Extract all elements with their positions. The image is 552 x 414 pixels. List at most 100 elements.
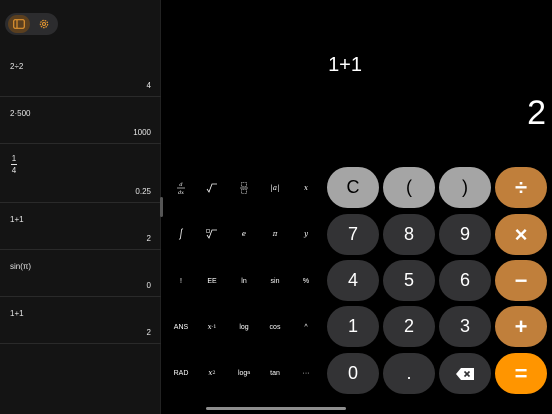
svg-text:dx: dx: [178, 190, 184, 195]
history-expression: 2÷2: [10, 62, 24, 71]
ee-label: EE: [207, 277, 217, 285]
subtract-button[interactable]: −: [495, 260, 547, 301]
pi-button[interactable]: π: [260, 224, 290, 244]
history-result: 2: [146, 328, 151, 337]
three-button[interactable]: 3: [439, 306, 491, 347]
history-expression: 1+1: [10, 309, 24, 318]
abs-button[interactable]: |a|: [260, 178, 290, 198]
open-paren-button[interactable]: (: [383, 167, 435, 208]
abs-label: |a|: [270, 184, 280, 192]
result-display: 2: [527, 94, 546, 132]
expression-display: 1+1: [328, 54, 362, 76]
pi-label: π: [272, 230, 278, 238]
power-label: ^: [304, 323, 308, 331]
history-expression: 1+1: [10, 215, 24, 224]
nth-root-icon: [206, 229, 217, 239]
percent-button[interactable]: %: [291, 271, 321, 291]
tan-label: tan: [270, 369, 280, 377]
svg-text:d: d: [179, 182, 182, 188]
eight-button[interactable]: 8: [383, 214, 435, 255]
square-exponent: 2: [212, 370, 216, 376]
add-button[interactable]: +: [495, 306, 547, 347]
close-paren-button[interactable]: ): [439, 167, 491, 208]
history-item[interactable]: 1+1 2: [0, 297, 161, 344]
more-button[interactable]: ···: [291, 363, 321, 383]
history-result: 4: [146, 81, 151, 90]
equals-button[interactable]: =: [495, 353, 547, 394]
backspace-button[interactable]: [439, 353, 491, 394]
sqrt-button[interactable]: [197, 178, 227, 198]
cos-button[interactable]: cos: [260, 317, 290, 337]
sin-label: sin: [270, 277, 280, 285]
euler-button[interactable]: e: [229, 224, 259, 244]
y-label: y: [304, 230, 308, 238]
backspace-icon: [456, 367, 474, 380]
history-result: 0.25: [135, 187, 151, 196]
multiply-button[interactable]: ×: [495, 214, 547, 255]
sidebar-icon: [13, 19, 25, 29]
fraction-numerator: 1: [11, 154, 17, 163]
history-item[interactable]: 2÷2 4: [0, 50, 161, 97]
x-label: x: [304, 184, 308, 192]
one-button[interactable]: 1: [327, 306, 379, 347]
log-base-subscript: a: [247, 370, 251, 376]
fraction-bar: [11, 164, 17, 165]
fraction-denominator: 4: [11, 166, 17, 175]
log-base-label: log: [237, 369, 248, 377]
home-indicator[interactable]: [206, 407, 346, 410]
integral-icon: [178, 228, 184, 240]
sin-button[interactable]: sin: [260, 271, 290, 291]
sidebar-toolbar: [5, 13, 58, 35]
four-button[interactable]: 4: [327, 260, 379, 301]
sidebar-resize-handle[interactable]: [160, 197, 163, 217]
y-variable-button[interactable]: y: [291, 224, 321, 244]
more-label: ···: [302, 369, 310, 377]
x-variable-button[interactable]: x: [291, 178, 321, 198]
ans-button[interactable]: ANS: [166, 317, 196, 337]
six-button[interactable]: 6: [439, 260, 491, 301]
zero-button[interactable]: 0: [327, 353, 379, 394]
settings-button[interactable]: [33, 15, 55, 33]
fraction-button[interactable]: [229, 178, 259, 198]
integral-button[interactable]: [166, 224, 196, 244]
history-sidebar: 2÷2 4 2·500 1000 1 4 0.25 1+1 2 sin(π) 0…: [0, 0, 161, 414]
cos-label: cos: [269, 323, 281, 331]
two-button[interactable]: 2: [383, 306, 435, 347]
ee-button[interactable]: EE: [197, 271, 227, 291]
history-fraction: 1 4: [11, 154, 17, 175]
square-button[interactable]: x2: [197, 363, 227, 383]
nine-button[interactable]: 9: [439, 214, 491, 255]
history-item[interactable]: sin(π) 0: [0, 250, 161, 297]
rad-button[interactable]: RAD: [166, 363, 196, 383]
clear-button[interactable]: C: [327, 167, 379, 208]
factorial-label: !: [180, 277, 182, 285]
decimal-button[interactable]: .: [383, 353, 435, 394]
divide-button[interactable]: ÷: [495, 167, 547, 208]
tan-button[interactable]: tan: [260, 363, 290, 383]
derivative-button[interactable]: d dx: [166, 178, 196, 198]
nth-root-button[interactable]: [197, 224, 227, 244]
e-label: e: [241, 230, 247, 238]
ln-button[interactable]: ln: [229, 271, 259, 291]
history-list: 2÷2 4 2·500 1000 1 4 0.25 1+1 2 sin(π) 0…: [0, 50, 161, 344]
history-expression: 2·500: [10, 109, 31, 118]
history-result: 0: [146, 281, 151, 290]
sidebar-toggle-button[interactable]: [8, 15, 30, 33]
log-base-button[interactable]: log a: [229, 363, 259, 383]
history-item[interactable]: 1 4 0.25: [0, 144, 161, 203]
five-button[interactable]: 5: [383, 260, 435, 301]
history-item[interactable]: 1+1 2: [0, 203, 161, 250]
log-label: log: [239, 323, 249, 331]
rad-label: RAD: [173, 369, 189, 377]
percent-label: %: [302, 277, 310, 285]
inverse-button[interactable]: x -1: [197, 317, 227, 337]
ans-label: ANS: [173, 323, 189, 331]
power-button[interactable]: ^: [291, 317, 321, 337]
history-item[interactable]: 2·500 1000: [0, 97, 161, 144]
ln-label: ln: [241, 277, 247, 285]
seven-button[interactable]: 7: [327, 214, 379, 255]
factorial-button[interactable]: !: [166, 271, 196, 291]
history-result: 2: [146, 234, 151, 243]
derivative-icon: d dx: [177, 182, 185, 195]
log-button[interactable]: log: [229, 317, 259, 337]
